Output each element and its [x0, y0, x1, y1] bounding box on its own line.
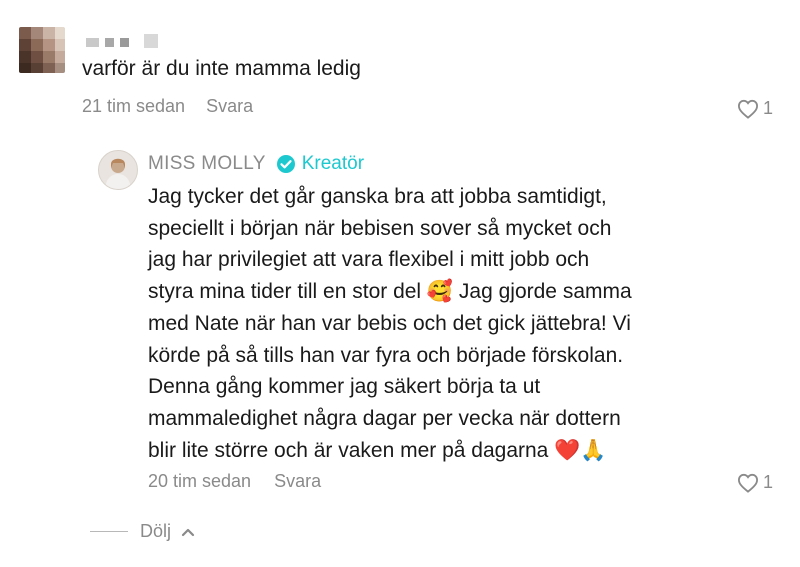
reply-author-name[interactable]: MISS MOLLY: [148, 153, 266, 175]
comment-timestamp: 21 tim sedan: [82, 96, 186, 116]
hide-replies-button[interactable]: Dölj: [90, 521, 195, 542]
commenter-avatar[interactable]: [19, 27, 65, 73]
reply-timestamp: 20 tim sedan: [148, 471, 252, 491]
comment-text: varför är du inte mamma ledig: [82, 57, 361, 80]
creator-badge: Kreatör: [301, 153, 365, 174]
reply-text-line: med Nate när han var bebis och det gick …: [148, 311, 631, 335]
heart-outline-icon: [737, 99, 759, 119]
reply-text-line: körde på så tills han var fyra och börja…: [148, 343, 624, 367]
reply-text-line: blir lite större och är vaken mer på dag…: [148, 438, 607, 462]
reply-like-button[interactable]: 1: [737, 472, 773, 493]
divider-line: [90, 531, 128, 532]
reply-text-line: speciellt i början när bebisen sover så …: [148, 216, 612, 240]
reply-text-line: styra mina tider till en stor del 🥰 Jag …: [148, 280, 632, 304]
reply-text-line: Jag tycker det går ganska bra att jobba …: [148, 185, 607, 208]
reply-text-line: mammaledighet några dagar per vecka när …: [148, 406, 621, 430]
chevron-up-icon: [181, 528, 195, 536]
reply-text-line: Denna gång kommer jag säkert börja ta ut: [148, 375, 541, 399]
comment-like-count: 1: [763, 98, 774, 118]
verified-check-icon: [276, 155, 295, 173]
comment-like-button[interactable]: 1: [737, 98, 773, 119]
hide-replies-label: Dölj: [140, 521, 172, 541]
heart-outline-icon: [737, 473, 759, 493]
comment-reply-button[interactable]: Svara: [206, 96, 253, 116]
reply-author-row: MISS MOLLY Kreatör: [148, 153, 364, 175]
reply-author-avatar[interactable]: [98, 150, 138, 190]
comment-meta: 21 tim sedan Svara: [82, 96, 253, 117]
reply-reply-button[interactable]: Svara: [274, 471, 321, 491]
comment-thread: varför är du inte mamma ledig 21 tim sed…: [0, 0, 800, 567]
reply-text-line: jag har privilegiet att vara flexibel i …: [148, 248, 590, 272]
reply-text: Jag tycker det går ganska bra att jobba …: [148, 181, 708, 466]
reply-like-count: 1: [763, 472, 774, 492]
reply-meta: 20 tim sedan Svara: [148, 471, 321, 492]
